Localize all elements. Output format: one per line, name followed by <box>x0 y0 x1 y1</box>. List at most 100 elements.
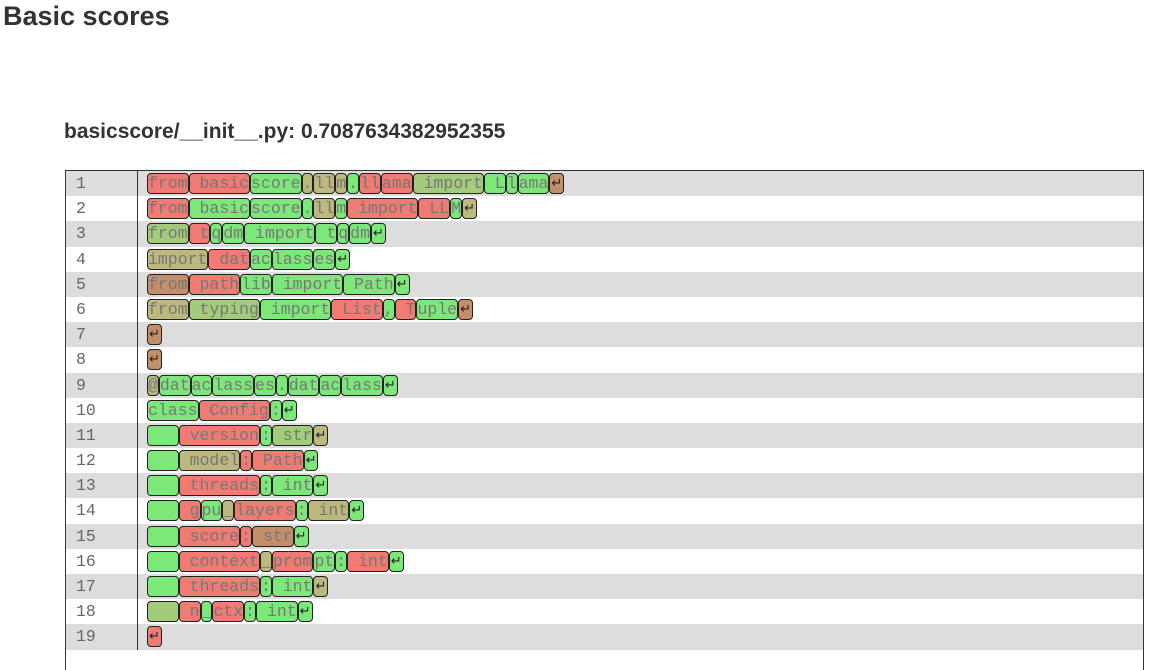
code-token: threads <box>178 475 260 497</box>
code-line: model: Path ↵ <box>147 450 319 472</box>
code-row: 11 version: str ↵ <box>66 422 1143 449</box>
code-token: str <box>252 525 294 547</box>
code-token: : <box>240 450 253 472</box>
line-number: 8 <box>66 347 138 373</box>
file-score-heading: basicscore/__init__.py: 0.70876343829523… <box>64 120 506 143</box>
code-token <box>147 500 179 522</box>
code-token: T <box>394 298 417 320</box>
code-token: path <box>188 273 241 295</box>
code-token <box>147 525 179 547</box>
code-token: l <box>505 173 518 194</box>
code-token: q <box>210 223 223 245</box>
code-token: score <box>250 173 302 194</box>
code-token <box>147 424 179 446</box>
code-token <box>147 550 179 572</box>
code-token: : <box>335 550 348 572</box>
newline-token: ↵ <box>313 576 329 597</box>
code-token: dm <box>222 223 245 245</box>
code-row: 7 ↵ <box>66 322 1143 348</box>
line-number: 11 <box>66 422 138 449</box>
code-listing: 1 from basic score. ll m. ll ama import Ll ama ↵… <box>65 170 1144 670</box>
line-number: 10 <box>66 397 138 423</box>
code-token: _ <box>222 500 235 522</box>
code-token: : <box>259 576 272 597</box>
code-row: 13 threads: int ↵ <box>66 473 1143 499</box>
code-token: import <box>347 198 419 220</box>
code-token: from <box>147 223 189 245</box>
line-number: 19 <box>66 624 138 650</box>
code-line: g pu _ layers: int ↵ <box>147 500 365 522</box>
code-token: q <box>337 223 350 245</box>
line-number: 18 <box>66 599 138 625</box>
code-token: dat <box>287 374 320 396</box>
code-token: basic <box>188 198 251 220</box>
code-line: version: str ↵ <box>147 424 329 446</box>
code-token: dat <box>208 248 251 270</box>
code-token: lass <box>341 374 383 396</box>
code-token: prom <box>271 550 314 572</box>
code-token: LL <box>418 198 451 220</box>
code-token: : <box>269 399 282 421</box>
code-token: from <box>147 298 189 320</box>
code-token: layers <box>234 500 296 522</box>
code-token: class <box>147 399 199 421</box>
newline-token: ↵ <box>335 248 351 270</box>
line-number: 9 <box>66 372 138 398</box>
code-token: int <box>271 475 314 497</box>
code-token: ac <box>250 248 272 270</box>
code-row: 6 from typing import List, Tuple ↵ <box>66 296 1143 323</box>
code-token: es <box>254 374 276 396</box>
code-token: int <box>347 550 389 572</box>
code-token: score <box>250 198 302 220</box>
code-token <box>147 450 179 472</box>
line-number: 1 <box>66 171 138 197</box>
newline-token: ↵ <box>147 324 162 346</box>
code-token: . <box>347 173 360 194</box>
code-line: ↵ <box>147 626 162 648</box>
code-token: : <box>244 601 257 623</box>
code-token: , <box>382 298 395 320</box>
code-token: ac <box>319 374 342 396</box>
line-number: 12 <box>66 448 138 474</box>
code-token: lass <box>212 374 255 396</box>
code-token: . <box>301 173 314 194</box>
line-number: 2 <box>66 196 138 222</box>
code-token: import <box>147 248 209 270</box>
code-token: ac <box>190 374 213 396</box>
code-line: from basic score. ll m import LL M ↵ <box>147 198 478 220</box>
code-token: from <box>147 198 189 220</box>
line-number: 5 <box>66 271 138 297</box>
newline-token: ↵ <box>293 525 309 547</box>
code-line: from basic score. ll m. ll ama import Ll ama ↵ <box>147 173 565 194</box>
line-number: 13 <box>66 473 138 499</box>
code-token: List <box>331 298 383 320</box>
code-token: : <box>295 500 308 522</box>
code-token: @ <box>147 374 159 396</box>
code-row: 15 score: str ↵ <box>66 523 1143 549</box>
code-line: score: str ↵ <box>147 525 309 547</box>
code-token: dat <box>158 374 191 396</box>
code-token: L <box>483 173 506 194</box>
code-row: 8 ↵ <box>66 347 1143 373</box>
line-number: 15 <box>66 523 138 549</box>
code-token: ll <box>313 173 336 194</box>
newline-token: ↵ <box>349 500 365 522</box>
newline-token: ↵ <box>281 399 297 421</box>
code-token: dm <box>349 223 371 245</box>
newline-token: ↵ <box>388 550 404 572</box>
code-token: : <box>259 424 272 446</box>
code-row: 19 ↵ <box>66 624 1143 650</box>
code-token: m <box>335 198 348 220</box>
code-row: 12 model: Path ↵ <box>66 448 1143 474</box>
code-token: ctx <box>212 601 245 623</box>
code-token: . <box>275 374 288 396</box>
code-line: import dat ac lass es ↵ <box>147 248 351 270</box>
code-token: pt <box>313 550 336 572</box>
code-line: class Config: ↵ <box>147 399 297 421</box>
code-token: : <box>240 525 253 547</box>
newline-token: ↵ <box>297 601 313 623</box>
code-token: Config <box>198 399 270 421</box>
line-number: 17 <box>66 574 138 600</box>
code-row: 9 @ dat ac lass es. dat ac lass ↵ <box>66 372 1143 398</box>
code-row: 18 n _ ctx: int ↵ <box>66 599 1143 625</box>
